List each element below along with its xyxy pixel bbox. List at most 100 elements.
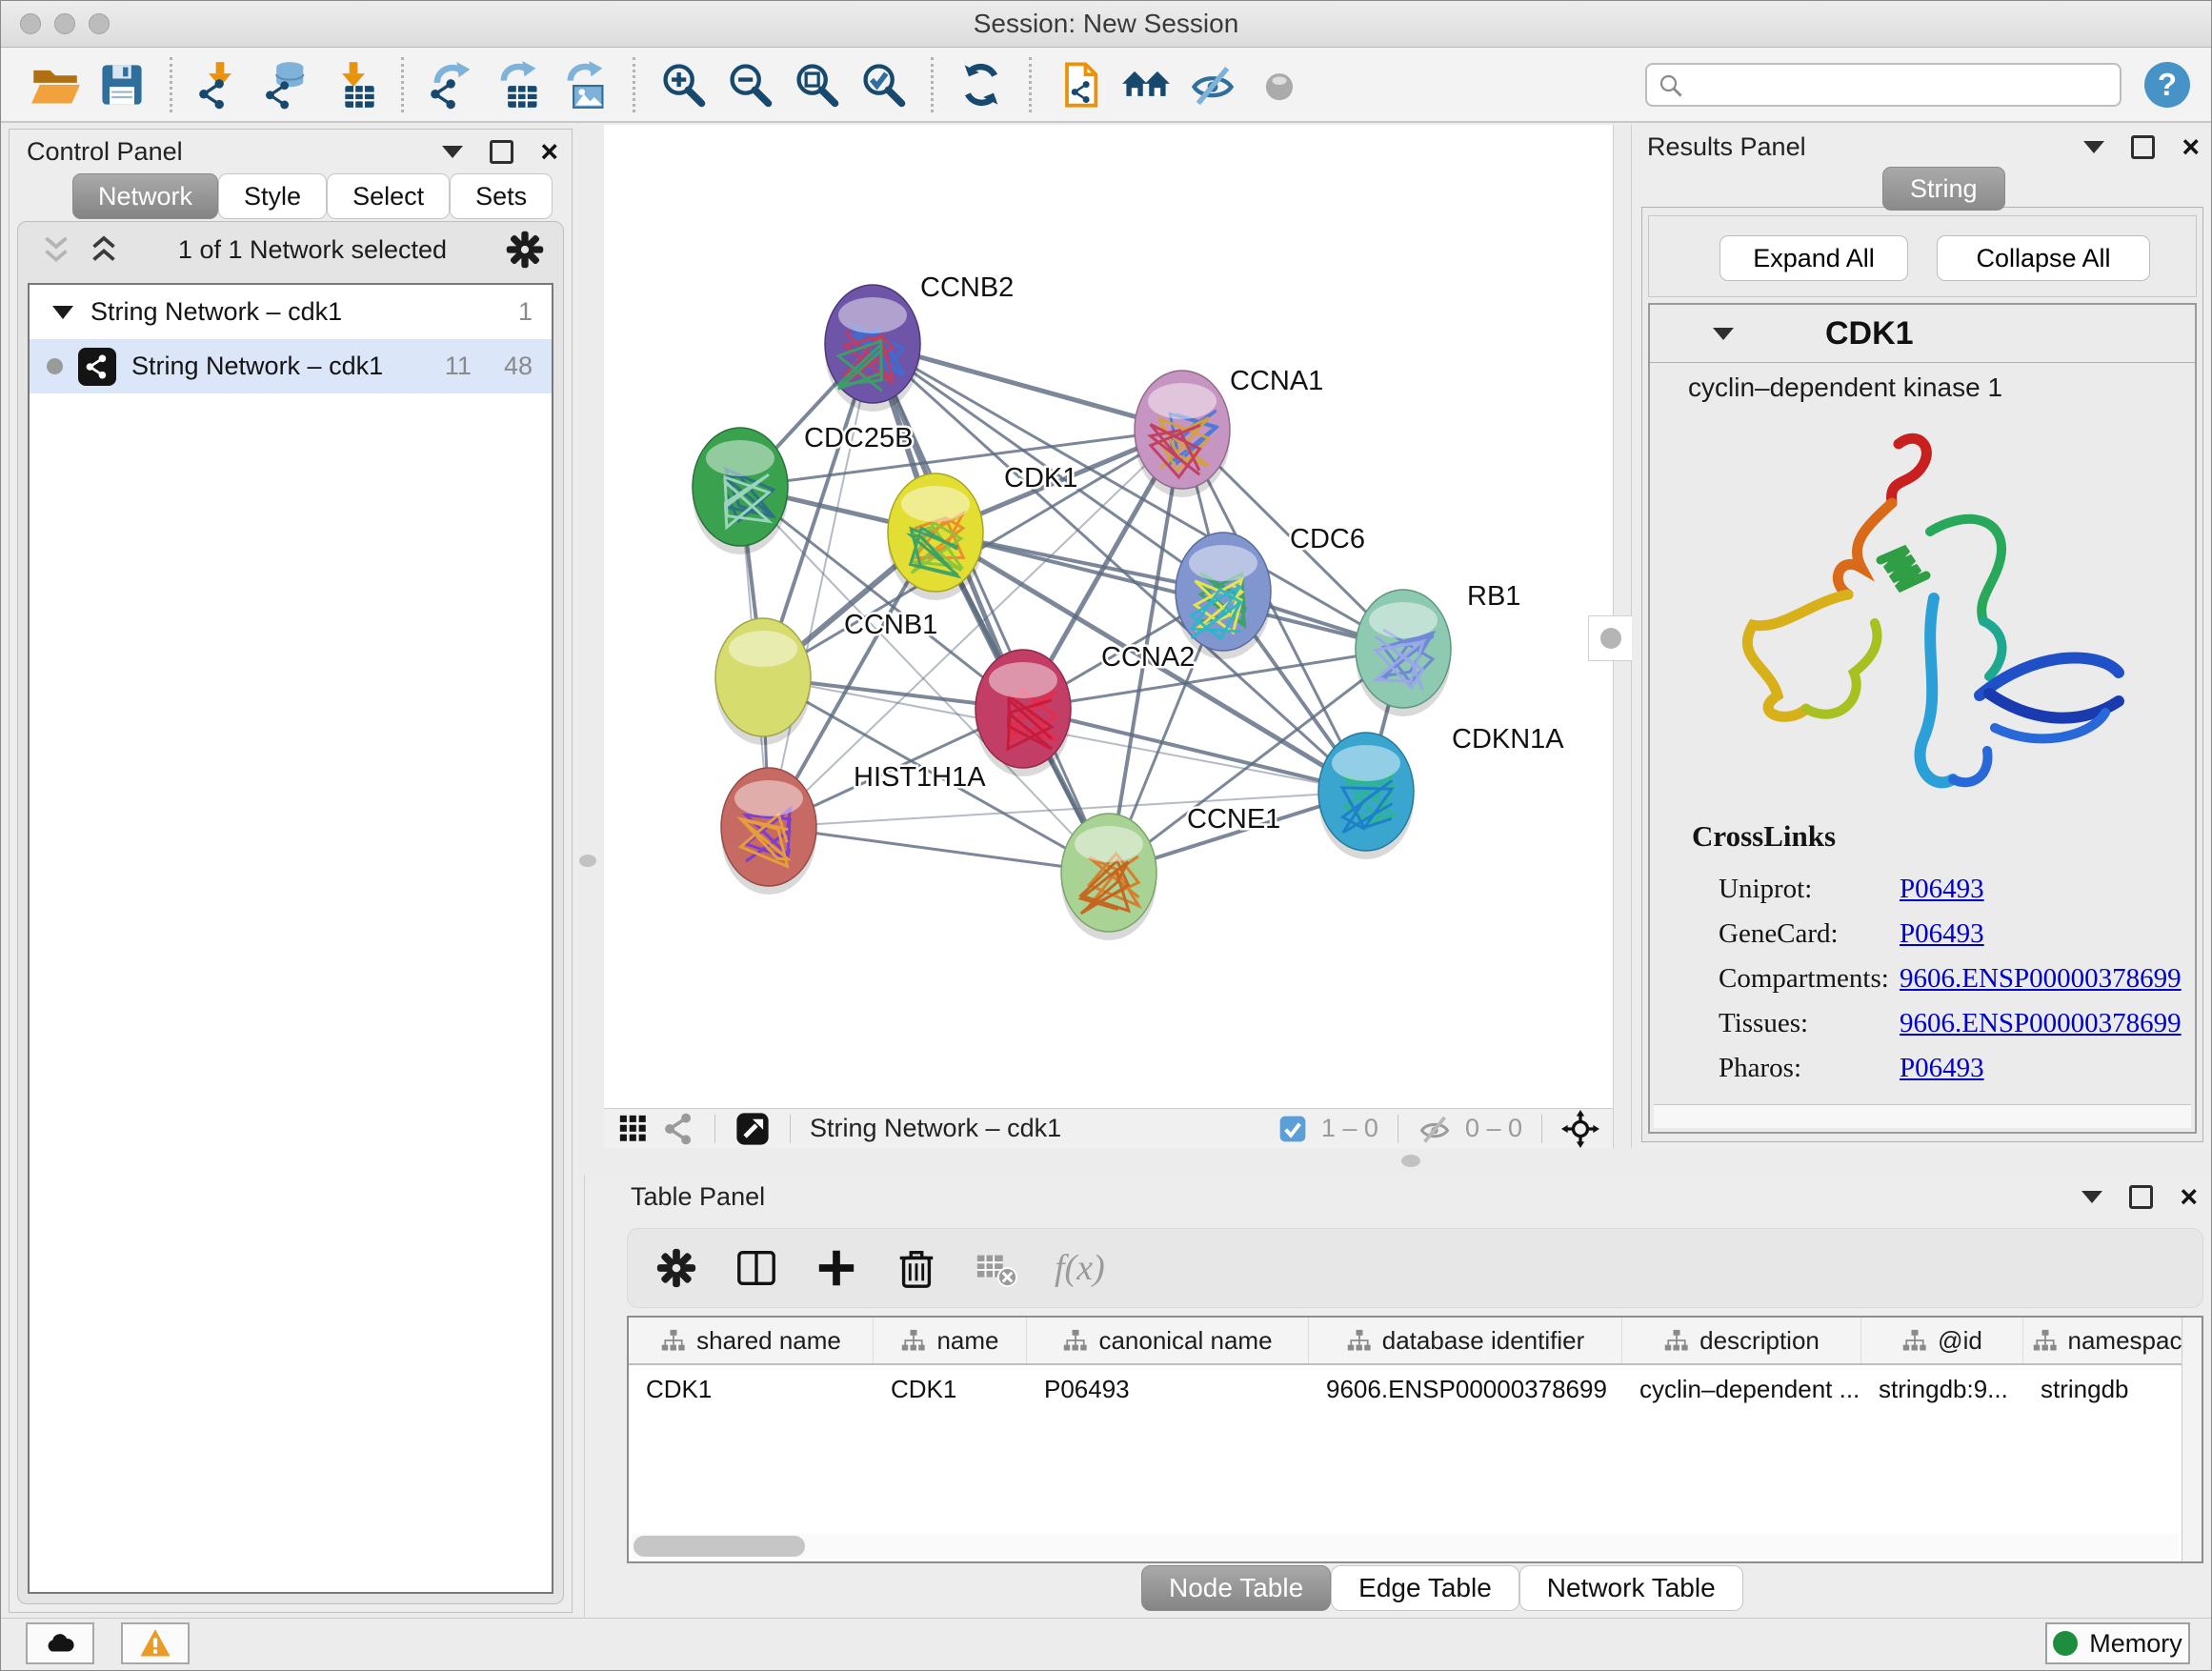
panel-float-icon[interactable] xyxy=(2131,135,2155,159)
panel-close-icon[interactable]: × xyxy=(2182,135,2200,158)
panel-float-icon[interactable] xyxy=(490,140,513,164)
birds-eye-view-icon[interactable] xyxy=(734,1111,771,1147)
collapse-all-button[interactable]: Collapse All xyxy=(1937,235,2150,281)
help-icon[interactable]: ? xyxy=(2144,62,2190,108)
warnings-button[interactable] xyxy=(121,1622,190,1664)
tab-string[interactable]: String xyxy=(1882,167,2005,211)
table-row[interactable]: CDK1CDK1P064939606.ENSP00000378699cyclin… xyxy=(629,1365,2202,1413)
import-table-file-icon[interactable] xyxy=(327,58,380,111)
panel-menu-icon[interactable] xyxy=(2081,1191,2102,1203)
table-horizontal-scrollbar[interactable] xyxy=(632,1534,2179,1559)
expand-all-button[interactable]: Expand All xyxy=(1719,235,1908,281)
network-node-hist1h1a[interactable] xyxy=(721,768,816,895)
column-header-shared-name[interactable]: shared name xyxy=(629,1318,874,1363)
column-header-description[interactable]: description xyxy=(1622,1318,1861,1363)
zoom-fit-icon[interactable] xyxy=(790,58,843,111)
expand-all-icon[interactable] xyxy=(87,232,121,267)
crosslink-link[interactable]: P06493 xyxy=(1900,918,1984,950)
main-toolbar: ? xyxy=(1,48,2211,123)
zoom-selected-icon[interactable] xyxy=(856,58,910,111)
tab-node-table[interactable]: Node Table xyxy=(1141,1565,1331,1611)
tab-style[interactable]: Style xyxy=(218,173,327,219)
grid-view-icon[interactable] xyxy=(617,1113,650,1145)
tab-network[interactable]: Network xyxy=(72,173,218,219)
panel-close-icon[interactable]: × xyxy=(540,140,558,163)
export-network-icon[interactable] xyxy=(425,58,478,111)
network-node-rb1[interactable] xyxy=(1356,590,1451,716)
node-table[interactable]: shared namenamecanonical namedatabase id… xyxy=(627,1316,2203,1563)
network-node-ccnb1[interactable] xyxy=(715,618,811,745)
collection-expander-icon[interactable] xyxy=(52,306,73,319)
panel-menu-icon[interactable] xyxy=(442,146,463,158)
home-icon[interactable] xyxy=(1119,58,1173,111)
column-header-canonical-name[interactable]: canonical name xyxy=(1027,1318,1309,1363)
network-node-cdk1[interactable] xyxy=(888,473,983,600)
crosslink-link[interactable]: P06493 xyxy=(1900,874,1984,905)
collapse-all-icon[interactable] xyxy=(39,232,73,267)
search-input[interactable] xyxy=(1691,67,2112,105)
entry-collapse-icon[interactable] xyxy=(1713,328,1734,340)
network-row[interactable]: String Network – cdk1 11 48 xyxy=(30,339,552,393)
selected-checkbox-icon[interactable] xyxy=(1277,1114,1308,1144)
network-collection-row[interactable]: String Network – cdk1 1 xyxy=(30,285,552,339)
import-network-database-icon[interactable] xyxy=(260,58,313,111)
export-table-icon[interactable] xyxy=(492,58,545,111)
network-options-gear-icon[interactable] xyxy=(504,229,546,271)
save-session-icon[interactable] xyxy=(95,58,149,111)
network-node-ccne1[interactable] xyxy=(1061,814,1156,940)
network-node-cdkn1a[interactable] xyxy=(1318,733,1414,859)
hide-graphics-details-icon[interactable] xyxy=(1186,58,1239,111)
column-header-@id[interactable]: @id xyxy=(1861,1318,2023,1363)
show-columns-icon[interactable] xyxy=(734,1246,778,1290)
table-cell: 9606.ENSP00000378699 xyxy=(1309,1365,1622,1413)
network-node-ccna2[interactable] xyxy=(975,650,1071,776)
column-header-namespac[interactable]: namespac xyxy=(2023,1318,2191,1363)
memory-button[interactable]: Memory xyxy=(2045,1622,2190,1664)
network-node-cdc25b[interactable] xyxy=(693,428,788,554)
column-header-name[interactable]: name xyxy=(874,1318,1027,1363)
open-session-icon[interactable] xyxy=(29,58,82,111)
network-node-ccnb2[interactable] xyxy=(825,285,920,412)
title-bar: Session: New Session xyxy=(1,1,2211,48)
panel-close-icon[interactable]: × xyxy=(2180,1185,2198,1208)
network-share-icon[interactable] xyxy=(663,1113,695,1145)
delete-column-icon[interactable] xyxy=(895,1246,938,1290)
export-image-icon[interactable] xyxy=(558,58,612,111)
fit-selected-crosshair-icon[interactable] xyxy=(1561,1110,1599,1148)
crosslink-link[interactable]: 9606.ENSP00000378699 xyxy=(1900,1008,2182,1039)
right-splitter[interactable] xyxy=(1613,125,1632,1148)
network-view[interactable]: CCNB2CCNA1CDC25BCDK1CDC6RB1CCNB1CCNA2CDK… xyxy=(604,125,1613,1148)
node-result-header[interactable]: CDK1 xyxy=(1650,305,2195,363)
cloud-status-button[interactable] xyxy=(26,1622,94,1664)
search-box[interactable] xyxy=(1645,63,2122,107)
refresh-view-icon[interactable] xyxy=(955,58,1008,111)
tab-network-table[interactable]: Network Table xyxy=(1519,1565,1743,1611)
scrollbar-thumb[interactable] xyxy=(633,1536,805,1557)
crosslink-link[interactable]: P06493 xyxy=(1900,1053,1984,1084)
tab-select[interactable]: Select xyxy=(327,173,450,219)
splitter-collapse-button[interactable] xyxy=(1588,615,1634,661)
add-column-icon[interactable] xyxy=(814,1246,858,1290)
panel-menu-icon[interactable] xyxy=(2083,141,2104,153)
zoom-out-icon[interactable] xyxy=(723,58,776,111)
network-node-ccna1[interactable] xyxy=(1135,371,1230,497)
birds-eye-orb-icon[interactable] xyxy=(1253,58,1306,111)
network-node-cdc6[interactable] xyxy=(1176,533,1271,659)
network-edge[interactable] xyxy=(769,344,873,827)
clone-network-icon[interactable] xyxy=(1053,58,1106,111)
table-vertical-scrollbar[interactable] xyxy=(2182,1318,2202,1561)
tab-sets[interactable]: Sets xyxy=(450,173,553,219)
node-result-card: CDK1 cyclin–dependent kinase 1 xyxy=(1648,303,2197,1134)
splitter-handle[interactable] xyxy=(579,855,596,867)
crosslink-link[interactable]: 9606.ENSP00000378699 xyxy=(1900,963,2182,995)
zoom-in-icon[interactable] xyxy=(656,58,710,111)
bottom-splitter-handle[interactable] xyxy=(1401,1155,1420,1167)
table-options-gear-icon[interactable] xyxy=(654,1246,698,1290)
network-canvas[interactable]: CCNB2CCNA1CDC25BCDK1CDC6RB1CCNB1CCNA2CDK… xyxy=(604,125,1613,1108)
hidden-eye-icon[interactable] xyxy=(1418,1112,1452,1146)
panel-float-icon[interactable] xyxy=(2129,1185,2153,1209)
column-header-database-identifier[interactable]: database identifier xyxy=(1309,1318,1622,1363)
network-edge[interactable] xyxy=(769,827,1109,873)
import-network-file-icon[interactable] xyxy=(193,58,247,111)
tab-edge-table[interactable]: Edge Table xyxy=(1331,1565,1519,1611)
